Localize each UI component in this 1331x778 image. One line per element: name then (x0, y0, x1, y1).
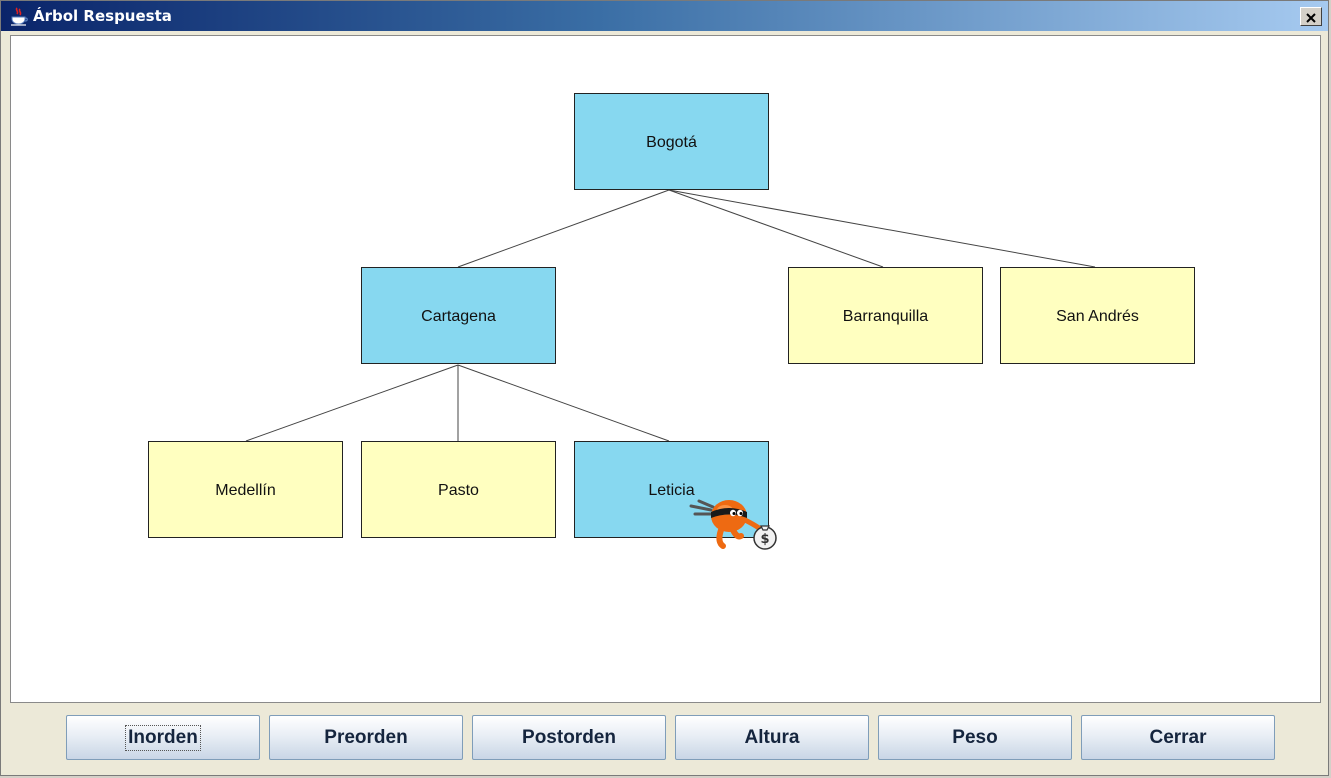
close-window-button[interactable] (1300, 7, 1322, 26)
edge-bogota-barranquilla (668, 189, 884, 268)
cerrar-label: Cerrar (1149, 726, 1207, 748)
altura-button[interactable]: Altura (675, 715, 869, 760)
node-label: Cartagena (421, 307, 496, 325)
preorden-button[interactable]: Preorden (269, 715, 463, 760)
inorden-button[interactable]: Inorden (66, 715, 260, 760)
edge-bogota-san-andres (668, 189, 1096, 268)
inorden-label: Inorden (125, 724, 201, 751)
tree-node-san-andres[interactable]: San Andrés (1000, 267, 1195, 364)
altura-label: Altura (744, 726, 800, 748)
node-label: San Andrés (1056, 307, 1139, 325)
edge-cartagena-leticia (457, 364, 670, 442)
title-bar[interactable]: Árbol Respuesta (1, 1, 1328, 31)
node-label: Pasto (438, 481, 479, 499)
tree-node-medellin[interactable]: Medellín (148, 441, 343, 538)
tree-node-cartagena[interactable]: Cartagena (361, 267, 556, 364)
tree-node-pasto[interactable]: Pasto (361, 441, 556, 538)
node-label: Barranquilla (842, 307, 929, 325)
preorden-label: Preorden (324, 726, 408, 748)
tree-node-bogota[interactable]: Bogotá (574, 93, 769, 190)
postorden-button[interactable]: Postorden (472, 715, 666, 760)
node-label: Medellín (215, 481, 276, 499)
edge-bogota-cartagena (457, 189, 670, 268)
edge-cartagena-medellin (245, 364, 459, 442)
svg-text:$: $ (760, 532, 769, 547)
cerrar-button[interactable]: Cerrar (1081, 715, 1275, 760)
tree-dialog-window: Árbol Respuesta Bogotá Cartagena Barranq… (0, 0, 1329, 776)
button-bar: Inorden Preorden Postorden Altura Peso C… (1, 705, 1328, 777)
close-icon (1306, 12, 1316, 23)
tree-node-barranquilla[interactable]: Barranquilla (788, 267, 983, 364)
peso-label: Peso (952, 726, 998, 748)
java-coffee-icon (11, 7, 28, 26)
window-title: Árbol Respuesta (33, 7, 172, 25)
postorden-label: Postorden (522, 726, 616, 748)
peso-button[interactable]: Peso (878, 715, 1072, 760)
node-label: Leticia (648, 481, 695, 499)
node-label: Bogotá (646, 133, 697, 151)
thief-mascot-icon: $ (689, 499, 777, 550)
tree-canvas: Bogotá Cartagena Barranquilla San Andrés… (10, 35, 1321, 703)
